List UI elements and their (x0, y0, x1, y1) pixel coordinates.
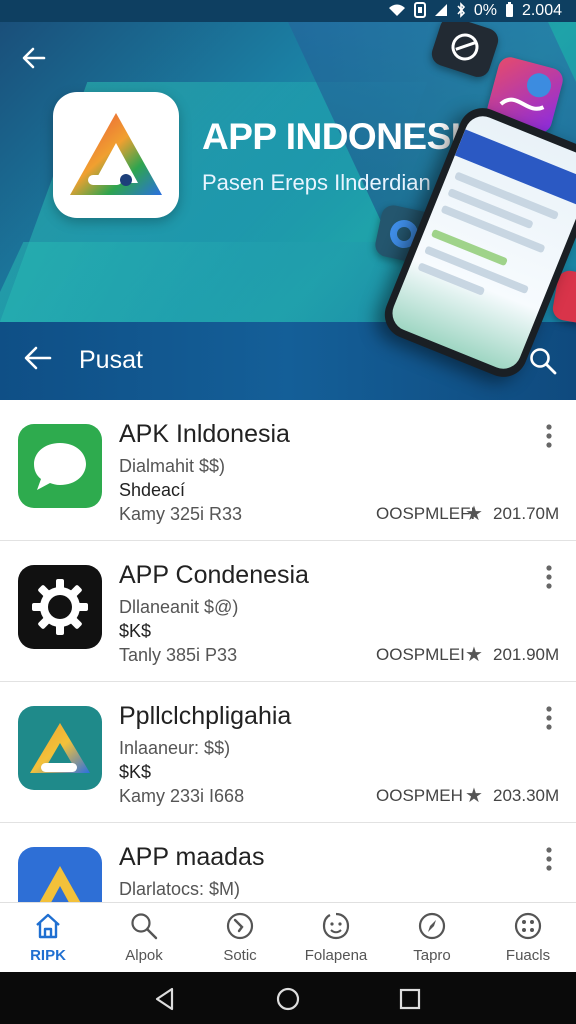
list-item[interactable]: APP Condenesia Dllaneanit $@) $K$ Tanly … (0, 541, 576, 682)
list-item[interactable]: APP maadas Dlarlatocs: $M) (0, 823, 576, 902)
clock: 2.004 (521, 2, 562, 19)
system-nav-bar (0, 972, 576, 1024)
tab-explore[interactable]: Tapro (384, 903, 480, 973)
status-bar: 0% 2.004 (0, 0, 576, 22)
triangle-a-icon (18, 847, 102, 902)
tab-smile[interactable]: Folapena (288, 903, 384, 973)
tab-label: Alpok (125, 947, 163, 964)
list-item[interactable]: APK Inldonesia Dialmahit $$) Shdeací Kam… (0, 400, 576, 541)
more-vert-icon (546, 706, 552, 730)
circle-home-icon (276, 987, 300, 1011)
hero-banner: APP INDONESIA Pasen Ereps Ilnderdian (0, 22, 576, 400)
tab-label: Fuacls (505, 947, 551, 964)
bottom-nav: RIPK Alpok Sotic Folapena Tapro Fuacls (0, 902, 576, 972)
hero-subtitle: Pasen Ereps Ilnderdian (202, 170, 431, 195)
more-vert-icon (546, 424, 552, 448)
sim-icon (413, 2, 426, 20)
tab-label: Tapro (413, 947, 451, 964)
system-recents-button[interactable] (397, 986, 423, 1012)
star-icon: ★ (465, 503, 483, 525)
more-vert-icon (546, 847, 552, 871)
back-button[interactable] (20, 44, 50, 74)
app-name: APP Condenesia (119, 561, 309, 589)
app-name: Ppllclchpligahia (119, 702, 292, 730)
more-options-button[interactable] (538, 422, 560, 450)
app-category: $K$ (119, 621, 152, 641)
app-developer: OOSPMLEFI (376, 504, 476, 523)
explore-icon (418, 912, 446, 940)
tab-compass[interactable]: Sotic (192, 903, 288, 973)
triangle-back-icon (155, 987, 174, 1011)
app-rating: 201.70M (493, 504, 560, 523)
tab-label: RIPK (30, 947, 66, 964)
app-name: APP maadas (119, 843, 265, 871)
signal-icon (434, 3, 448, 19)
screen: 0% 2.004 APP INDONESIA Pasen Ereps Ilnde… (0, 0, 576, 1024)
smile-icon (322, 912, 350, 940)
battery-percent: 0% (473, 2, 497, 19)
app-name: APK Inldonesia (119, 420, 290, 448)
app-list: APK Inldonesia Dialmahit $$) Shdeací Kam… (0, 400, 576, 902)
triangle-drive-icon (18, 706, 102, 790)
more-options-button[interactable] (538, 704, 560, 732)
nav-title: Pusat (79, 346, 143, 374)
app-meta: Tanly 385i P33 (119, 645, 238, 665)
search-icon (131, 913, 158, 940)
app-subtitle: Dialmahit $$) (119, 456, 226, 476)
tab-home[interactable]: RIPK (0, 903, 96, 973)
tab-label: Folapena (304, 947, 368, 964)
star-icon: ★ (465, 785, 483, 807)
tab-apps[interactable]: Fuacls (480, 903, 576, 973)
battery-icon (505, 2, 514, 20)
app-subtitle: Dlarlatocs: $M) (119, 879, 241, 899)
system-back-button[interactable] (152, 986, 178, 1012)
home-icon (36, 913, 60, 939)
tab-label: Sotic (223, 947, 257, 964)
app-rating: 201.90M (493, 645, 560, 664)
app-rating: 203.30M (493, 786, 560, 805)
hero-title: APP INDONESIA (202, 116, 487, 157)
app-subtitle: Inlaaneur: $$) (119, 738, 231, 758)
more-options-button[interactable] (538, 563, 560, 591)
app-developer: OOSPMLEI (376, 645, 465, 664)
app-subtitle: Dllaneanit $@) (119, 597, 239, 617)
app-logo (53, 92, 179, 218)
star-icon: ★ (465, 644, 483, 666)
app-meta: Kamy 325i R33 (119, 504, 243, 524)
app-developer: OOSPMEH (376, 786, 463, 805)
system-home-button[interactable] (275, 986, 301, 1012)
wifi-icon (388, 3, 406, 19)
search-icon (530, 348, 557, 375)
app-meta: Kamy 233i I668 (119, 786, 245, 806)
more-options-button[interactable] (538, 845, 560, 873)
apps-icon (514, 912, 542, 940)
list-item[interactable]: Ppllclchpligahia Inlaaneur: $$) $K$ Kamy… (0, 682, 576, 823)
search-button[interactable] (528, 346, 558, 376)
triangle-logo-icon (70, 113, 162, 195)
compass-icon (226, 912, 254, 940)
gear-icon (18, 565, 102, 649)
more-vert-icon (546, 565, 552, 589)
bluetooth-icon (456, 2, 466, 20)
tab-search[interactable]: Alpok (96, 903, 192, 973)
app-category: Shdeací (119, 480, 186, 500)
nav-back-button[interactable] (22, 342, 54, 380)
app-category: $K$ (119, 762, 152, 782)
square-recents-icon (399, 988, 421, 1010)
chat-bubble-icon (18, 424, 102, 508)
